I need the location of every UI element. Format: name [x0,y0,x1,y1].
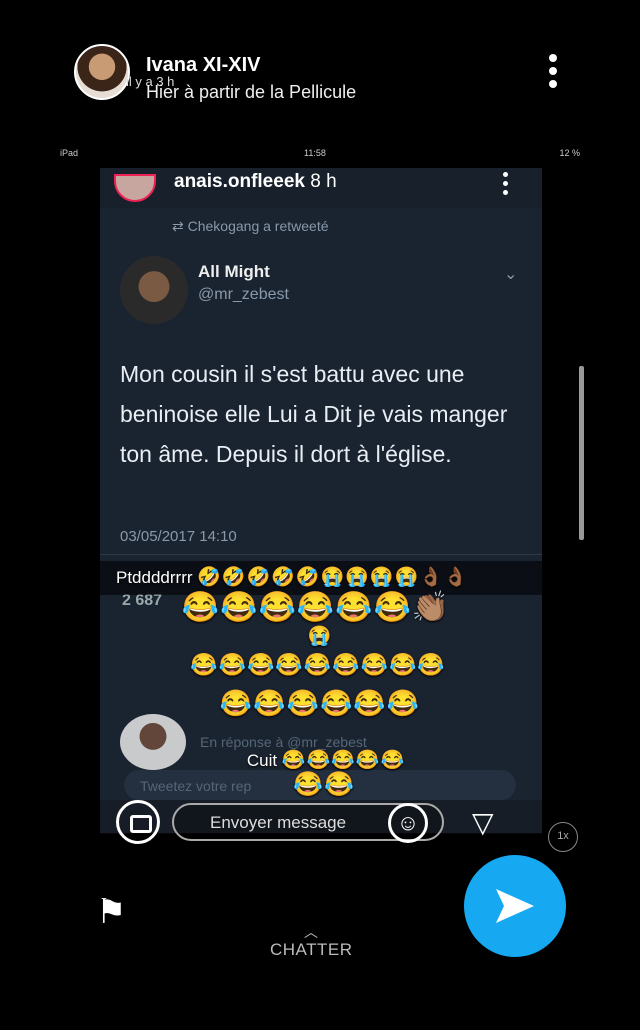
inner-username: anais.onfleeek 8 h [174,171,337,192]
tweet-text: Mon cousin il s'est battu avec une benin… [120,361,508,467]
chat-button[interactable]: CHATTER [270,940,353,960]
ipad-status-bar: iPad 11:58 12 % [56,148,584,164]
retweet-icon: ⇄ [172,218,188,234]
flag-icon[interactable]: ⚑ [96,892,126,932]
camera-icon[interactable] [116,800,160,844]
screenshot-content: anais.onfleeek 8 h ⇄ Chekogang a retweet… [100,168,542,833]
battery-level: 12 % [559,148,580,158]
emoji-icon[interactable]: ☺ [388,803,428,843]
inner-menu-icon [503,172,509,199]
caption-line-3: 😭 [307,626,333,647]
caption-line-2: 😂😂😂😂😂😂👏🏽 [181,591,451,624]
chevron-down-icon: ⌄ [504,266,518,283]
caption-line-1: Ptddddrrrr 🤣🤣🤣🤣🤣😭😭😭😭👌🏾👌🏾 [116,567,469,588]
tweet-date: 03/05/2017 14:10 [120,528,237,545]
arrow-icon [496,889,534,923]
tweet-author-name: All Might [198,262,270,281]
caption-line-4: 😂😂😂😂😂😂😂😂😂 [190,652,446,677]
status-time: 11:58 [304,148,326,158]
tweet-avatar [120,256,188,324]
divider [100,554,542,555]
story-avatar[interactable] [74,44,130,100]
message-placeholder: Envoyer message [210,813,347,832]
retweet-line: ⇄ Chekogang a retweeté [172,218,329,234]
caption-line-5: 😂😂😂😂😂😂 [219,688,421,718]
device-label: iPad [60,148,79,158]
more-options-icon[interactable] [546,54,560,94]
share-send-button[interactable] [464,855,566,957]
scrollbar [579,366,584,540]
send-icon[interactable]: ▽ [472,806,494,839]
caption-line-7: 😂😂 [293,771,355,798]
caption-line-6: Cuit 😂😂😂😂😂 [246,750,406,771]
chevron-up-icon: ︿ [304,924,318,940]
story-subtitle: Hier à partir de la Pellicule [146,82,357,102]
tweet-handle: @mr_zebest [198,286,289,303]
playback-speed-button[interactable]: 1x [548,822,578,852]
